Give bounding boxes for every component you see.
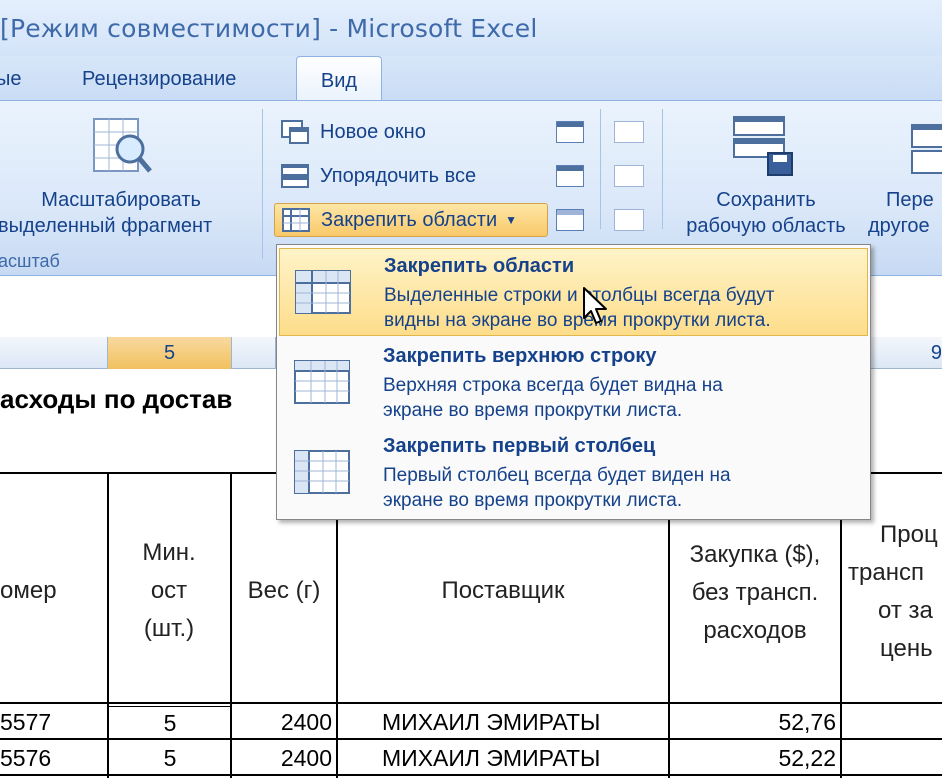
sheet-title: асходы по достав <box>0 384 233 414</box>
menu-item-desc-line: Верхняя строка всегда будет видна на <box>383 375 723 396</box>
header-supplier: Поставщик <box>441 577 565 604</box>
new-window-icon <box>281 120 309 144</box>
new-window-button[interactable]: Новое окно <box>274 115 426 149</box>
tab-view[interactable]: Вид <box>296 56 382 106</box>
header-min-stock-line: ост <box>150 577 188 604</box>
cell-weight[interactable]: 2400 <box>232 706 332 738</box>
header-purchase: Закупка ($), без трансп. расходов <box>670 536 840 650</box>
header-min-stock: Мин. ост (шт.) <box>108 534 230 648</box>
column-header[interactable] <box>232 337 276 369</box>
freeze-panes-label: Закрепить области <box>321 208 498 231</box>
group-separator-3 <box>662 109 663 229</box>
menu-item-desc-line: экране во время прокрутки листа. <box>383 400 683 421</box>
cell-purchase[interactable]: 52,76 <box>670 706 836 738</box>
menu-item-desc-line: экране во время прокрутки листа. <box>383 490 683 511</box>
header-purchase-line: Закупка ($), <box>689 541 821 568</box>
menu-item-freeze-top-row[interactable]: Закрепить верхнюю строку Верхняя строка … <box>279 339 868 427</box>
unhide-window-icon[interactable] <box>556 209 584 231</box>
arrange-all-icon <box>281 164 309 188</box>
menu-item-desc-line: Первый столбец всегда будет виден на <box>383 465 731 486</box>
save-workspace-button[interactable]: Сохранить рабочую область <box>672 187 860 239</box>
freeze-panes-icon <box>295 270 351 314</box>
mouse-cursor-icon <box>583 287 607 324</box>
switch-windows-icon <box>911 124 942 174</box>
tab-review[interactable]: Рецензирование <box>82 56 236 102</box>
table-border <box>0 702 942 704</box>
view-side-by-side-icon[interactable] <box>614 121 644 143</box>
freeze-panes-menu: Закрепить области Выделенные строки и ст… <box>276 244 871 520</box>
title-bar: [Режим совместимости] - Microsoft Excel <box>0 0 942 56</box>
save-workspace-label-1: Сохранить <box>716 189 816 211</box>
column-header[interactable] <box>0 337 108 369</box>
switch-windows-label-1: Пере <box>886 189 934 211</box>
hide-window-icon[interactable] <box>556 165 584 187</box>
header-percent-line: цень <box>880 635 933 662</box>
menu-item-freeze-panes[interactable]: Закрепить области Выделенные строки и ст… <box>279 248 868 336</box>
header-percent-line: трансп <box>848 559 924 586</box>
cell-purchase[interactable]: 52,22 <box>670 742 836 774</box>
synchronous-scrolling-icon[interactable] <box>614 165 644 187</box>
window-title: [Режим совместимости] - Microsoft Excel <box>0 14 538 43</box>
menu-item-title: Закрепить верхнюю строку <box>383 345 657 367</box>
header-percent-line: от за <box>878 597 933 624</box>
table-border <box>0 774 942 776</box>
cell-number[interactable]: 5576 <box>0 742 51 774</box>
cell-min-stock[interactable]: 5 <box>108 742 232 774</box>
freeze-first-column-icon <box>294 450 350 494</box>
cell-weight[interactable]: 2400 <box>232 742 332 774</box>
header-min-stock-line: Мин. <box>142 539 196 566</box>
menu-item-desc-line: видны на экране во время прокрутки листа… <box>384 310 771 331</box>
arrange-all-button[interactable]: Упорядочить все <box>274 159 476 193</box>
arrange-all-label: Упорядочить все <box>320 164 477 187</box>
header-purchase-line: без трансп. <box>691 579 819 606</box>
zoom-selection-label-2: выделенный фрагмент <box>0 215 213 237</box>
menu-item-freeze-first-column[interactable]: Закрепить первый столбец Первый столбец … <box>279 429 868 517</box>
column-header-9[interactable]: 9 <box>872 337 942 369</box>
header-weight: Вес (г) <box>247 577 321 604</box>
header-purchase-line: расходов <box>703 617 807 644</box>
tab-previous[interactable]: ые <box>0 56 26 102</box>
group-separator <box>262 109 263 259</box>
save-workspace-label-2: рабочую область <box>686 215 846 237</box>
new-window-label: Новое окно <box>320 120 426 143</box>
zoom-selection-button[interactable]: Масштабировать выделенный фрагмент <box>0 187 212 239</box>
menu-item-desc-line: Выделенные строки и столбцы всегда будут <box>384 285 775 306</box>
header-percent-line: Проц <box>880 521 938 548</box>
cell-supplier[interactable]: МИХАИЛ ЭМИРАТЫ <box>382 706 600 738</box>
reset-window-position-icon[interactable] <box>614 209 644 231</box>
column-header-5[interactable]: 5 <box>108 337 232 369</box>
cell-number[interactable]: 5577 <box>0 706 51 738</box>
header-number: омер <box>0 577 57 604</box>
menu-item-description: Выделенные строки и столбцы всегда будут… <box>384 283 774 333</box>
menu-item-description: Верхняя строка всегда будет видна на экр… <box>383 373 723 423</box>
menu-item-title: Закрепить области <box>384 255 575 277</box>
zoom-selection-icon <box>93 118 152 173</box>
menu-item-title: Закрепить первый столбец <box>383 435 656 457</box>
header-min-stock-line: (шт.) <box>143 615 195 642</box>
save-workspace-icon <box>733 116 793 176</box>
group-separator-2 <box>600 109 601 229</box>
menu-item-description: Первый столбец всегда будет виден на экр… <box>383 463 731 513</box>
zoom-selection-label-1: Масштабировать <box>41 189 201 211</box>
switch-windows-button[interactable]: Пере другое <box>868 187 934 239</box>
ribbon-tabs: ые Рецензирование Вид <box>0 56 942 106</box>
split-icon[interactable] <box>556 121 584 143</box>
chevron-down-icon: ▼ <box>505 213 518 227</box>
switch-windows-label-2: другое <box>868 215 930 237</box>
freeze-panes-small-icon <box>282 208 310 232</box>
freeze-panes-button[interactable]: Закрепить области ▼ <box>274 203 548 237</box>
zoom-group-label: асштаб <box>0 251 60 271</box>
freeze-top-row-icon <box>294 360 350 404</box>
cell-min-stock-active[interactable]: 5 <box>108 706 232 740</box>
header-percent: Проц трансп от за цень <box>844 516 942 668</box>
cell-supplier[interactable]: МИХАИЛ ЭМИРАТЫ <box>382 742 600 774</box>
